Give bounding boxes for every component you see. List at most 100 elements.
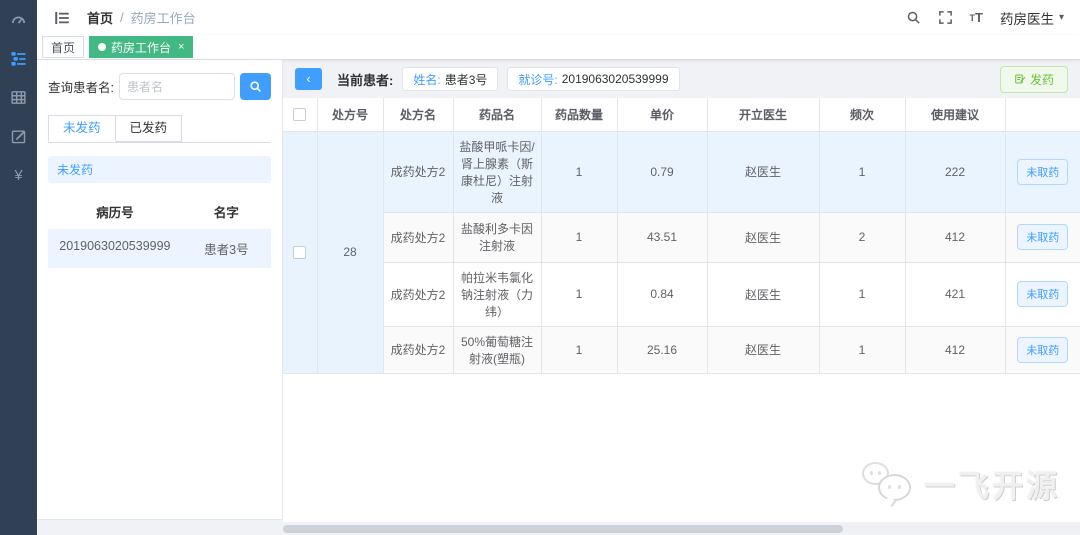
doctor-cell: 赵医生 <box>707 212 820 263</box>
tag-home[interactable]: 首页 <box>42 36 85 58</box>
patient-list-item[interactable]: 2019063020539999 患者3号 <box>48 229 271 268</box>
quantity-cell: 1 <box>541 326 618 374</box>
current-patient-label: 当前患者: <box>337 72 394 88</box>
close-icon[interactable]: × <box>178 41 184 53</box>
watermark: 一飞开源 <box>862 461 1060 506</box>
patient-search-row: 查询患者名: <box>48 73 271 100</box>
col-record-no: 病历号 <box>96 206 134 220</box>
prescription-name-cell: 成药处方2 <box>383 131 454 213</box>
rx-table-row: 28 成药处方2 盐酸甲哌卡因/肾上腺素（斯康杜尼）注射液 1 0.79 赵医生 1 222 未… <box>283 131 1080 374</box>
tag-pharmacy-label: 药房工作台 <box>111 40 172 55</box>
pharmacy-workbench-app: ¥ 首页 / 药房工作台 T T 药房医生 ▾ 首页 药房工作台 × 查询患者名… <box>0 0 1080 535</box>
dispense-status-tabs: 未发药 已发药 <box>48 115 271 143</box>
rx-table-row: 成药处方2 帕拉米韦氯化钠注射液（力纬） 1 0.84 赵医生 1 421 未取药 <box>283 262 1080 327</box>
frequency-cell: 2 <box>819 212 906 263</box>
drug-name-cell: 帕拉米韦氯化钠注射液（力纬） <box>453 262 542 327</box>
quantity-cell: 1 <box>541 212 618 263</box>
not-taken-button[interactable]: 未取药 <box>1017 158 1069 185</box>
tab-not-dispensed[interactable]: 未发药 <box>48 115 116 142</box>
header-usage-advice: 使用建议 <box>905 98 1006 132</box>
patient-name-input[interactable] <box>118 73 235 100</box>
doctor-cell: 赵医生 <box>707 131 820 213</box>
usage-advice-cell: 412 <box>905 326 1006 374</box>
visit-label: 就诊号: <box>518 72 558 87</box>
horizontal-scrollbar <box>283 525 1080 533</box>
drug-name-cell: 盐酸利多卡因注射液 <box>453 212 542 263</box>
dashboard-icon[interactable] <box>10 10 28 28</box>
font-size-icon[interactable]: TT <box>970 10 983 25</box>
breadcrumb-separator: / <box>120 10 124 25</box>
chevron-down-icon: ▾ <box>1058 12 1064 23</box>
scrollbar-thumb[interactable] <box>283 525 843 533</box>
breadcrumb-home[interactable]: 首页 <box>87 8 113 27</box>
usage-advice-cell: 412 <box>905 212 1006 263</box>
dispense-icon <box>1015 74 1026 84</box>
rx-table-body: 28 成药处方2 盐酸甲哌卡因/肾上腺素（斯康杜尼）注射液 1 0.79 赵医生 1 222 未… <box>283 131 1080 374</box>
user-name: 药房医生 <box>999 11 1054 27</box>
patient-name: 患者3号 <box>204 243 249 257</box>
patient-record-no: 2019063020539999 <box>59 239 171 253</box>
app-sidebar: ¥ <box>0 0 37 535</box>
frequency-cell: 1 <box>819 262 906 327</box>
dispense-button-label: 发药 <box>1029 72 1054 87</box>
unit-price-cell: 0.84 <box>617 262 708 327</box>
tab-dispensed[interactable]: 已发药 <box>115 115 183 142</box>
usage-advice-cell: 421 <box>905 262 1006 327</box>
not-taken-button[interactable]: 未取药 <box>1017 281 1069 307</box>
doctor-cell: 赵医生 <box>707 262 820 327</box>
prescription-name-cell: 成药处方2 <box>383 212 454 263</box>
row-select-checkbox[interactable] <box>293 246 307 260</box>
rx-table-row: 成药处方2 盐酸利多卡因注射液 1 43.51 赵医生 2 412 未取药 <box>283 212 1080 263</box>
prescription-table: 处方号 处方名 药品名 药品数量 单价 开立医生 频次 使用建议 28 成药处方2… <box>283 98 1080 374</box>
search-button[interactable] <box>240 73 271 100</box>
quantity-cell: 1 <box>541 131 618 213</box>
name-label: 姓名: <box>413 72 441 87</box>
row-select-cell <box>283 131 318 374</box>
unit-price-cell: 25.16 <box>617 326 708 374</box>
visit-value: 2019063020539999 <box>561 72 669 86</box>
prescription-no-cell: 28 <box>317 131 384 374</box>
prescription-name-cell: 成药处方2 <box>383 262 454 327</box>
fullscreen-icon[interactable] <box>938 10 953 25</box>
search-icon[interactable] <box>906 10 921 25</box>
action-cell: 未取药 <box>1005 212 1080 263</box>
header-unit-price: 单价 <box>617 98 708 132</box>
prescription-area: ‹ 当前患者: 姓名: 患者3号 就诊号: 2019063020539999 发… <box>283 60 1080 535</box>
header-drug-name: 药品名 <box>453 98 542 132</box>
sidebar-toggle-icon[interactable] <box>53 9 71 27</box>
table-icon[interactable] <box>10 88 28 106</box>
not-taken-button[interactable]: 未取药 <box>1017 336 1069 363</box>
prescription-table-card: 处方号 处方名 药品名 药品数量 单价 开立医生 频次 使用建议 28 成药处方2… <box>283 98 1080 522</box>
header-rx-name: 处方名 <box>383 98 454 132</box>
patient-search-panel: 查询患者名: 未发药 已发药 未发药 病历号 名字 20190630205399… <box>37 60 283 520</box>
user-menu[interactable]: 药房医生 ▾ <box>1000 8 1064 28</box>
col-name: 名字 <box>213 206 239 220</box>
patient-list-header: 病历号 名字 <box>48 193 271 229</box>
chat-bubbles-logo-icon <box>862 461 914 506</box>
search-label: 查询患者名: <box>48 81 114 95</box>
doctor-cell: 赵医生 <box>707 326 820 374</box>
action-cell: 未取药 <box>1005 131 1080 213</box>
money-yen-icon[interactable]: ¥ <box>10 166 28 184</box>
select-all-checkbox[interactable] <box>293 108 307 122</box>
frequency-cell: 1 <box>819 131 906 213</box>
search-icon <box>250 81 261 92</box>
top-navbar: 首页 / 药房工作台 TT 药房医生 ▾ <box>37 0 1080 35</box>
tags-view: 首页 药房工作台 × <box>37 35 1080 60</box>
form-edit-icon[interactable] <box>10 127 28 145</box>
breadcrumb: 首页 / 药房工作台 <box>87 8 196 27</box>
unit-price-cell: 0.79 <box>617 131 708 213</box>
collapse-panel-button[interactable]: ‹ <box>295 68 322 90</box>
patient-list: 2019063020539999 患者3号 <box>48 229 271 268</box>
dispense-button[interactable]: 发药 <box>999 65 1068 93</box>
action-cell: 未取药 <box>1005 326 1080 374</box>
not-taken-button[interactable]: 未取药 <box>1017 224 1069 250</box>
usage-advice-cell: 222 <box>905 131 1006 213</box>
pharmacy-workbench-icon[interactable] <box>10 49 28 67</box>
tag-pharmacy-workbench[interactable]: 药房工作台 × <box>89 36 194 58</box>
frequency-cell: 1 <box>819 326 906 374</box>
tag-home-label: 首页 <box>51 40 76 55</box>
action-cell: 未取药 <box>1005 262 1080 327</box>
header-frequency: 频次 <box>819 98 906 132</box>
main-content: 查询患者名: 未发药 已发药 未发药 病历号 名字 20190630205399… <box>37 60 1080 535</box>
